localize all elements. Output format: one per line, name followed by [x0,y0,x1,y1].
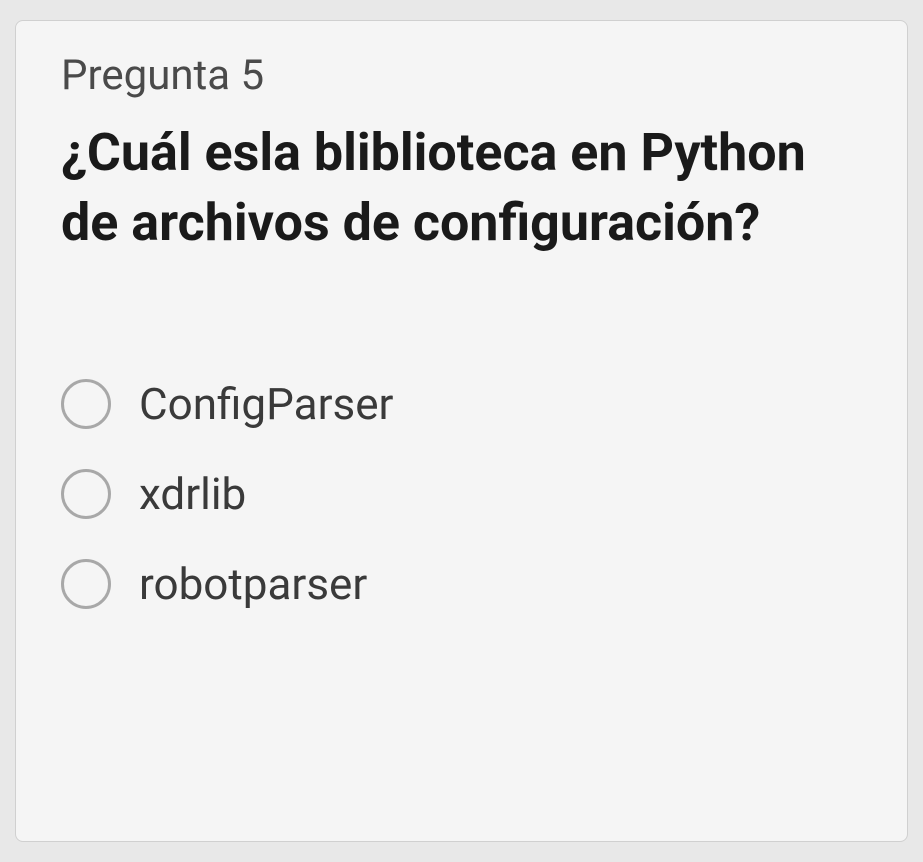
option-robotparser[interactable]: robotparser [61,558,862,610]
question-card: Pregunta 5 ¿Cuál esla bliblioteca en Pyt… [15,20,908,842]
option-configparser[interactable]: ConfigParser [61,378,862,430]
radio-icon[interactable] [61,469,111,519]
radio-icon[interactable] [61,379,111,429]
question-text: ¿Cuál esla bliblioteca en Python de arch… [61,118,862,258]
question-number: Pregunta 5 [61,51,862,100]
option-label: ConfigParser [139,378,393,430]
option-label: xdrlib [139,468,246,520]
radio-icon[interactable] [61,559,111,609]
option-xdrlib[interactable]: xdrlib [61,468,862,520]
option-label: robotparser [139,558,367,610]
options-list: ConfigParser xdrlib robotparser [61,378,862,610]
